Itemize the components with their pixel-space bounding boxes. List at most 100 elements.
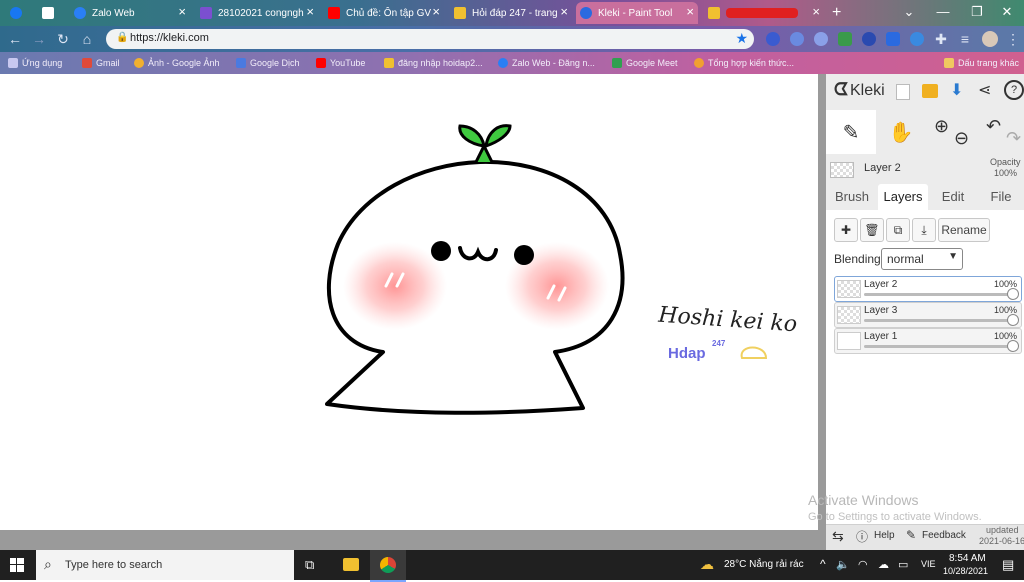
tab-brush[interactable]: Brush	[828, 184, 876, 210]
restore-icon[interactable]: ❐	[960, 0, 994, 24]
tab-file[interactable]: File	[978, 184, 1024, 210]
network-icon[interactable]: ◠	[858, 558, 868, 571]
feedback-link[interactable]: Feedback	[922, 530, 966, 541]
bookmark-youtube[interactable]: YouTube	[316, 56, 365, 70]
avatar[interactable]	[982, 31, 998, 47]
bookmark-zalo[interactable]: Zalo Web - Đăng n...	[498, 56, 595, 70]
extension-icon[interactable]	[790, 32, 804, 46]
menu-icon[interactable]: ⋮	[1004, 30, 1022, 48]
language-indicator[interactable]: VIE	[921, 559, 936, 569]
weather-text[interactable]: 28°C Nắng rải rác	[724, 559, 804, 570]
playlist-icon[interactable]: ≡	[956, 30, 974, 48]
bookmark-gmail[interactable]: Gmail	[82, 56, 120, 70]
redo-icon[interactable]: ↷	[1006, 128, 1021, 149]
extension-icon[interactable]	[814, 32, 828, 46]
tab-zalo-web[interactable]: Zalo Web ×	[70, 2, 190, 24]
extension-icon[interactable]	[766, 32, 780, 46]
drawing-canvas[interactable]: Hoshi kei ko Hdap 247	[0, 74, 818, 530]
address-bar[interactable]: 🔒 https://kleki.com ★	[106, 29, 754, 49]
zoom-out-icon[interactable]: ⊖	[954, 128, 969, 149]
extension-icon[interactable]	[886, 32, 900, 46]
tab-edit[interactable]: Edit	[930, 184, 976, 210]
file-explorer-icon[interactable]	[343, 558, 359, 571]
extension-icon[interactable]	[838, 32, 852, 46]
delete-layer-icon[interactable]: 🗑	[860, 218, 884, 242]
tab-facebook[interactable]	[6, 2, 32, 24]
clock-date[interactable]: 10/28/2021	[943, 566, 988, 576]
close-tab-icon[interactable]: ×	[432, 5, 440, 19]
bookmark-google-meet[interactable]: Google Meet	[612, 56, 678, 70]
layer-opacity-slider[interactable]	[864, 345, 1013, 348]
volume-icon[interactable]: 🔈	[836, 558, 850, 571]
canvas-scroll-h[interactable]	[0, 530, 818, 550]
bookmark-hoidap-login[interactable]: đăng nhập hoidap2...	[384, 56, 483, 70]
onedrive-icon[interactable]: ☁	[878, 558, 889, 571]
close-tab-icon[interactable]: ×	[178, 5, 186, 19]
close-tab-icon[interactable]: ×	[560, 5, 568, 19]
blending-select[interactable]: normal ▼	[881, 248, 963, 270]
share-icon[interactable]: ⋖	[978, 80, 991, 100]
add-layer-icon[interactable]: ✚	[834, 218, 858, 242]
home-icon[interactable]: ⌂	[78, 30, 96, 48]
tab-layers[interactable]: Layers	[878, 184, 928, 210]
extension-icon[interactable]	[910, 32, 924, 46]
tab-kleki[interactable]: Kleki - Paint Tool ×	[576, 2, 698, 24]
new-file-icon[interactable]	[896, 84, 910, 100]
close-window-icon[interactable]: ✕	[990, 0, 1024, 24]
brush-tool-icon[interactable]: ✎	[830, 114, 872, 152]
canvas-scroll-v[interactable]	[818, 74, 826, 550]
task-view-icon[interactable]: ⧉	[305, 557, 314, 573]
bookmark-google-translate[interactable]: Google Dịch	[236, 56, 300, 70]
layer-opacity-slider[interactable]	[864, 319, 1013, 322]
forward-icon[interactable]: →	[30, 30, 48, 48]
chevron-up-icon[interactable]: ^	[820, 557, 826, 571]
bookmark-star-icon[interactable]: ★	[735, 30, 748, 47]
slider-knob[interactable]	[1007, 340, 1019, 352]
notification-icon[interactable]: ▤	[1002, 557, 1014, 573]
download-icon[interactable]: ⬇	[950, 80, 963, 100]
slider-knob[interactable]	[1007, 314, 1019, 326]
help-link[interactable]: Help	[874, 530, 895, 541]
rename-button[interactable]: Rename	[938, 218, 990, 242]
merge-down-icon[interactable]: ⤓	[912, 218, 936, 242]
tab-search-icon[interactable]: ⌄	[892, 0, 926, 24]
clock-time[interactable]: 8:54 AM	[949, 553, 986, 564]
layer-row[interactable]: Layer 2 100%	[834, 276, 1022, 302]
tab-hoidap-redacted[interactable]: ×	[704, 2, 824, 24]
layer-opacity-slider[interactable]	[864, 293, 1013, 296]
battery-icon[interactable]: ▭	[898, 558, 908, 571]
slider-knob[interactable]	[1007, 288, 1019, 300]
bookmark-tong-hop[interactable]: Tổng hợp kiến thức...	[694, 56, 794, 70]
new-tab-button[interactable]: +	[832, 2, 854, 24]
bookmark-apps[interactable]: Ứng dụng	[8, 56, 62, 70]
left-blush	[343, 242, 447, 330]
back-icon[interactable]: ←	[6, 30, 24, 48]
puzzle-icon[interactable]: ✚	[932, 30, 950, 48]
zoom-in-icon[interactable]: ⊕	[934, 116, 949, 137]
undo-icon[interactable]: ↶	[986, 116, 1001, 137]
bookmark-other[interactable]: Dấu trang khác	[944, 56, 1019, 70]
help-footer-icon[interactable]: ⓘ	[856, 528, 868, 545]
reload-icon[interactable]: ↻	[54, 30, 72, 48]
minimize-icon[interactable]: —	[926, 0, 960, 24]
open-folder-icon[interactable]	[922, 84, 938, 98]
opacity-label: Opacity	[990, 157, 1021, 167]
close-tab-icon[interactable]: ×	[686, 5, 694, 19]
close-tab-icon[interactable]: ×	[306, 5, 314, 19]
hand-tool-icon[interactable]: ✋	[880, 114, 922, 152]
windows-start-icon[interactable]	[10, 558, 24, 572]
extension-icon[interactable]	[862, 32, 876, 46]
layer-row[interactable]: Layer 1 100%	[834, 328, 1022, 354]
swap-icon[interactable]: ⇆	[832, 528, 844, 545]
tab-hoidap[interactable]: Hỏi đáp 247 - trang ×	[450, 2, 572, 24]
feedback-icon[interactable]: ✎	[906, 528, 916, 542]
bookmark-google-photos[interactable]: Ảnh - Google Ảnh	[134, 56, 220, 70]
tab-youtube[interactable]: Chủ đề: Ôn tập GV ×	[324, 2, 444, 24]
layer-row[interactable]: Layer 3 100%	[834, 302, 1022, 328]
tab-window[interactable]	[38, 2, 64, 24]
duplicate-layer-icon[interactable]: ⧉	[886, 218, 910, 242]
tab-congnghe[interactable]: 28102021 congngh ×	[196, 2, 318, 24]
close-tab-icon[interactable]: ×	[812, 5, 820, 19]
taskbar-search[interactable]: ⌕ Type here to search	[36, 550, 294, 580]
help-circle-icon[interactable]: ?	[1004, 80, 1024, 100]
